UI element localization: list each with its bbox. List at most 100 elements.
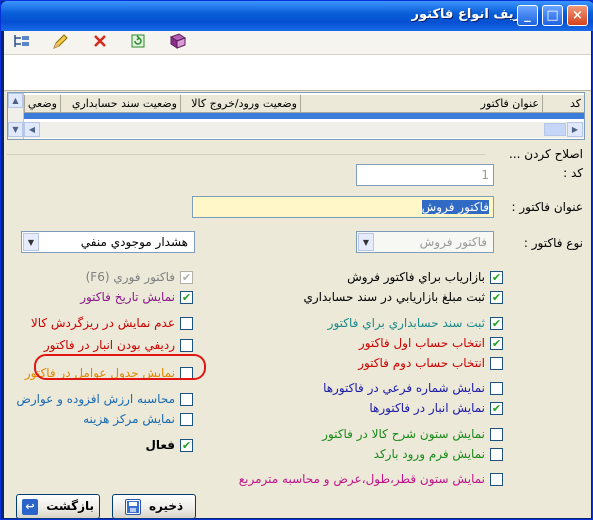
column-title[interactable]: عنوان فاكتور xyxy=(300,95,542,113)
checkbox-icon[interactable]: ✔ xyxy=(490,317,503,330)
checkbox-icon[interactable] xyxy=(180,413,193,426)
save-button[interactable]: ذخيره xyxy=(112,494,196,519)
checkbox-label: رديفي بودن انبار در فاكتور xyxy=(43,338,175,352)
scroll-up-icon[interactable]: ▲ xyxy=(8,93,23,108)
checkbox-icon[interactable]: ✔ xyxy=(490,291,503,304)
window-title: تعريف انواع فاكتور xyxy=(411,7,534,22)
checkbox-label: بازارياب براي فاكتور فروش xyxy=(347,270,485,284)
checkbox-label: عدم نمايش در ريزگردش كالا xyxy=(30,316,175,330)
scroll-down-icon[interactable]: ▼ xyxy=(8,122,23,137)
chevron-down-icon[interactable]: ▼ xyxy=(23,233,39,251)
checkbox-label: انتخاب حساب اول فاكتور xyxy=(358,336,485,350)
checkbox-label: نمايش ستون قطر،طول،عرض و محاسبه مترمربع xyxy=(238,472,485,486)
right-checks-checkbox-0[interactable]: ✔ بازارياب براي فاكتور فروش xyxy=(347,268,503,286)
checkbox-icon[interactable] xyxy=(180,339,193,352)
right-checks-checkbox-4[interactable]: انتخاب حساب دوم فاكتور xyxy=(358,354,503,372)
left-checks-checkbox-0[interactable]: ✔ فاكتور فوري (F6) xyxy=(86,268,193,286)
right-checks-checkbox-6[interactable]: ✔ نمايش انبار در فاكتورها xyxy=(369,399,503,417)
checkbox-label: نمايش مركز هزينه xyxy=(83,412,175,426)
title-label: عنوان فاكتور : xyxy=(511,200,583,214)
checkbox-label: ثبت مبلغ بازاريابي در سند حسابداري xyxy=(303,290,485,304)
type-select[interactable]: فاكتور فروش ▼ xyxy=(356,231,494,253)
left-checks-checkbox-3[interactable]: رديفي بودن انبار در فاكتور xyxy=(44,336,193,354)
column-status-truncated[interactable]: وضعي xyxy=(24,95,60,113)
checkbox-icon[interactable] xyxy=(180,317,193,330)
right-checks-checkbox-8[interactable]: نمايش فرم ورود باركد xyxy=(374,445,503,463)
right-checks-checkbox-5[interactable]: نمايش شماره فرعي در فاكتورها xyxy=(323,379,503,397)
checkbox-label: ثبت سند حسابداري براي فاكتور xyxy=(327,316,485,330)
refresh-icon[interactable] xyxy=(128,33,148,53)
checkbox-label: فاكتور فوري (F6) xyxy=(85,270,175,284)
left-checks-checkbox-5[interactable]: محاسبه ارزش افزوده و عوارض xyxy=(16,390,193,408)
back-button-label: بازگشت xyxy=(46,499,94,513)
checkbox-icon[interactable] xyxy=(490,428,503,441)
save-icon xyxy=(124,498,141,515)
title-field[interactable]: فاكتور فروش xyxy=(192,196,494,218)
scroll-thumb[interactable] xyxy=(544,123,566,136)
left-checks-checkbox-2[interactable]: عدم نمايش در ريزگردش كالا xyxy=(31,314,193,332)
back-button[interactable]: بازگشت ↩ xyxy=(16,494,100,519)
highlight-oval xyxy=(34,354,206,380)
right-checks-checkbox-1[interactable]: ✔ ثبت مبلغ بازاريابي در سند حسابداري xyxy=(303,288,503,306)
column-stock-status[interactable]: وضعيت ورود/خروج كالا xyxy=(180,95,300,113)
pencil-icon[interactable] xyxy=(50,33,70,53)
checkbox-label: انتخاب حساب دوم فاكتور xyxy=(358,356,485,370)
checkbox-icon[interactable]: ✔ xyxy=(490,402,503,415)
checkbox-icon[interactable] xyxy=(490,382,503,395)
type-label: نوع فاكتور : xyxy=(523,236,583,250)
minimize-button[interactable]: _ xyxy=(517,5,538,26)
checkbox-icon[interactable]: ✔ xyxy=(180,271,193,284)
toolbar xyxy=(4,31,591,55)
checkbox-label: نمايش تاريخ فاكتور xyxy=(80,290,175,304)
right-checks-checkbox-3[interactable]: ✔ انتخاب حساب اول فاكتور xyxy=(359,334,503,352)
left-checks-checkbox-7[interactable]: ✔ فعال xyxy=(145,436,193,454)
save-button-label: ذخيره xyxy=(148,499,184,513)
checkbox-icon[interactable]: ✔ xyxy=(490,271,503,284)
book-icon[interactable] xyxy=(168,33,188,53)
checkbox-icon[interactable] xyxy=(490,357,503,370)
checkbox-label: نمايش فرم ورود باركد xyxy=(373,447,485,461)
checkbox-icon[interactable]: ✔ xyxy=(490,337,503,350)
checkbox-icon[interactable] xyxy=(180,393,193,406)
title-bar[interactable]: تعريف انواع فاكتور _ □ × xyxy=(1,1,593,31)
vertical-scrollbar[interactable]: ▲ ▼ xyxy=(8,93,24,139)
maximize-button[interactable]: □ xyxy=(542,5,563,26)
info-strip xyxy=(4,55,591,91)
grid-header: كد عنوان فاكتور وضعيت ورود/خروج كالا وضع… xyxy=(24,95,584,113)
checkbox-icon[interactable]: ✔ xyxy=(180,439,193,452)
column-code[interactable]: كد xyxy=(542,95,584,113)
chevron-down-icon[interactable]: ▼ xyxy=(358,233,374,251)
stock-warning-value: هشدار موجودي منفي xyxy=(80,235,188,249)
right-checks-checkbox-2[interactable]: ✔ ثبت سند حسابداري براي فاكتور xyxy=(328,314,503,332)
selected-row[interactable] xyxy=(24,113,584,119)
column-accounting-status[interactable]: وضعيت سند حسابداري xyxy=(60,95,180,113)
checkbox-label: نمايش شماره فرعي در فاكتورها xyxy=(323,381,485,395)
client-area: ▲ ▼ كد عنوان فاكتور وضعيت ورود/خروج كالا… xyxy=(4,31,591,519)
checkbox-label: نمايش انبار در فاكتورها xyxy=(369,401,485,415)
type-select-value: فاكتور فروش xyxy=(419,235,487,249)
stock-warning-select[interactable]: هشدار موجودي منفي ▼ xyxy=(21,231,195,253)
right-checks-checkbox-7[interactable]: نمايش ستون شرح كالا در فاكتور xyxy=(322,425,503,443)
scroll-right-icon[interactable]: ▶ xyxy=(567,122,583,137)
left-checks-checkbox-6[interactable]: نمايش مركز هزينه xyxy=(83,410,193,428)
delete-x-icon[interactable] xyxy=(90,33,110,53)
left-checks-checkbox-1[interactable]: ✔ نمايش تاريخ فاكتور xyxy=(80,288,193,306)
close-button[interactable]: × xyxy=(567,5,588,26)
back-arrow-icon: ↩ xyxy=(22,498,38,515)
edit-panel: اصلاح كردن ... كد : 1 عنوان فاكتور : فاك… xyxy=(4,144,591,519)
checkbox-icon[interactable] xyxy=(490,448,503,461)
checkbox-label: فعال xyxy=(145,438,175,452)
main-window: تعريف انواع فاكتور _ □ × ▲ ▼ كد عنوان فا… xyxy=(0,0,593,520)
code-field[interactable]: 1 xyxy=(356,164,494,186)
checkbox-label: محاسبه ارزش افزوده و عوارض xyxy=(16,392,175,406)
checkbox-icon[interactable] xyxy=(490,473,503,486)
checkbox-label: نمايش ستون شرح كالا در فاكتور xyxy=(322,427,485,441)
horizontal-scrollbar[interactable]: ◀ ▶ xyxy=(24,122,584,138)
tree-icon[interactable] xyxy=(12,33,32,53)
code-label: كد : xyxy=(563,166,583,180)
right-checks-checkbox-9[interactable]: نمايش ستون قطر،طول،عرض و محاسبه مترمربع xyxy=(239,470,503,488)
checkbox-icon[interactable]: ✔ xyxy=(180,291,193,304)
group-divider xyxy=(7,154,485,155)
factor-types-grid[interactable]: ▲ ▼ كد عنوان فاكتور وضعيت ورود/خروج كالا… xyxy=(7,92,585,140)
scroll-left-icon[interactable]: ◀ xyxy=(24,122,40,137)
